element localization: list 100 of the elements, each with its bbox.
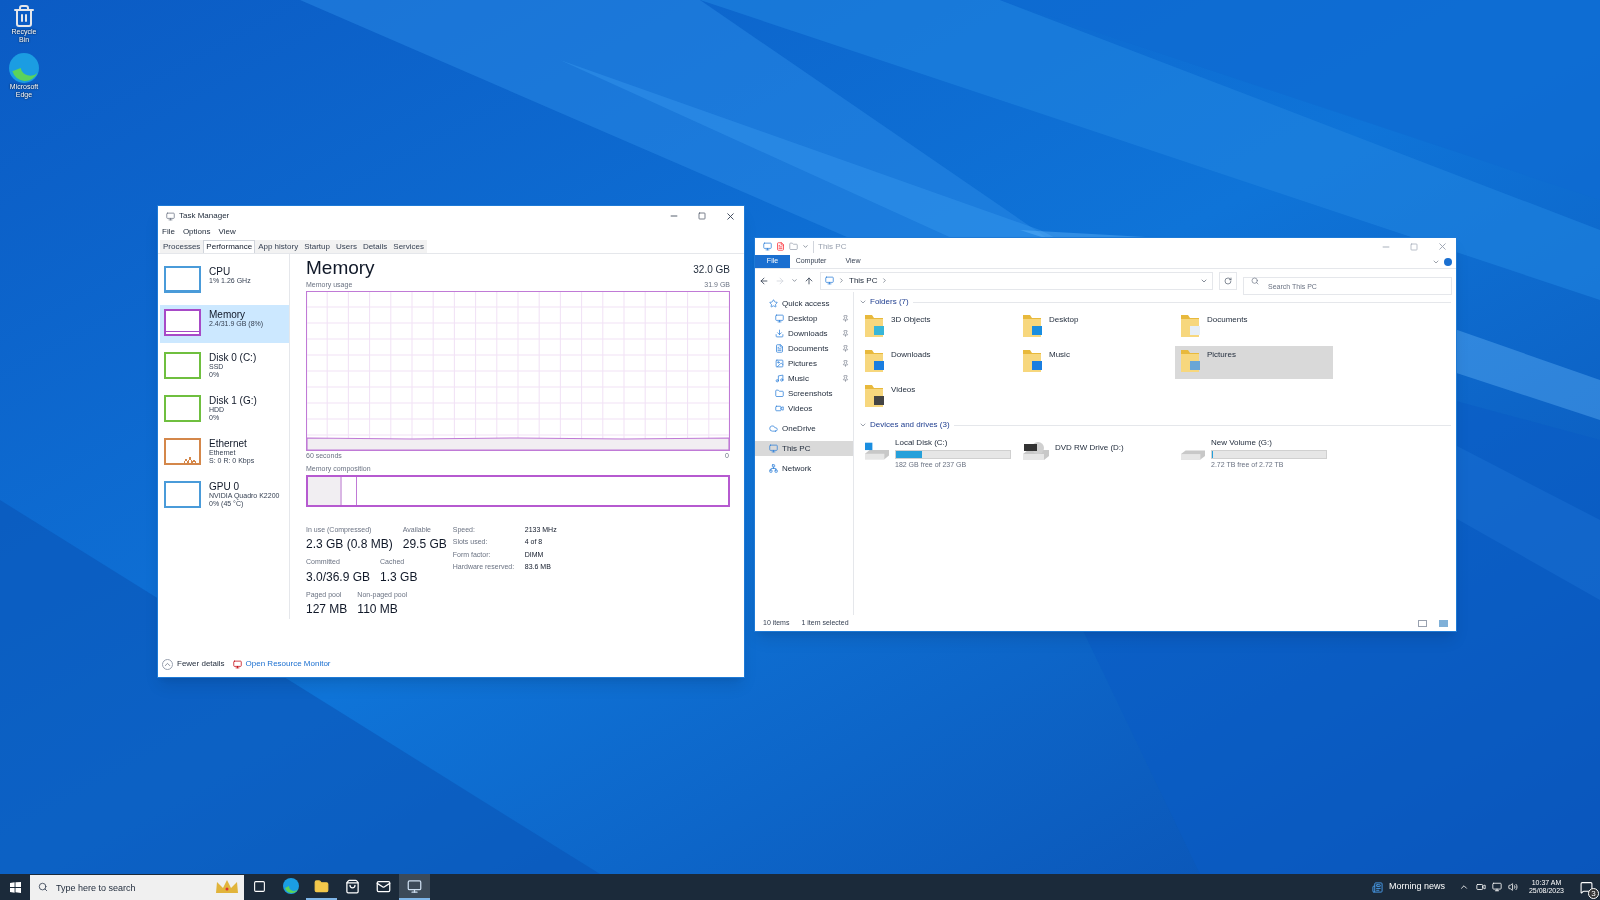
taskbar-app-button[interactable] [399,874,430,900]
folder-icon [1181,349,1201,373]
group-header[interactable]: Devices and drives (3) [859,419,950,431]
tab[interactable]: Performance [203,240,256,253]
group-header[interactable]: Folders (7) [859,296,909,308]
refresh-button[interactable] [1219,271,1237,290]
close-icon [1436,241,1448,252]
folder-item[interactable]: Music [1017,346,1175,379]
document-icon [775,344,784,353]
folder-item[interactable]: Videos [859,381,1017,414]
help-icon[interactable] [1444,257,1452,266]
stat-value: 3.0/36.9 GB [306,568,371,586]
nav-item[interactable]: This PC [755,441,853,456]
total-memory: 32.0 GB [693,263,730,277]
browser-icon [282,878,299,894]
breadcrumb[interactable]: This PC [849,274,878,287]
menu-item[interactable]: View [218,226,236,238]
resource-name: Disk 1 (G:) [209,395,257,406]
window-title: This PC [813,240,847,253]
notification-badge: 3 [1588,888,1599,899]
nav-item[interactable]: Screenshots [755,386,853,401]
volume-icon[interactable] [1507,882,1518,892]
shopping-bag-icon [345,878,360,894]
details-view-button[interactable] [1418,619,1427,627]
chevron-icon [859,298,867,306]
menu-item[interactable]: Options [182,226,211,238]
resource-name: Disk 0 (C:) [209,352,257,363]
resource-name: GPU 0 [209,481,240,492]
computer-icon [825,276,834,285]
notifications-icon[interactable] [1579,880,1593,894]
resource-monitor-link[interactable]: Open Resource Monitor [232,658,331,670]
crown-icon [216,880,238,894]
monitor-icon [775,314,784,323]
monitor-icon [769,444,778,453]
window-title: Task Manager [179,210,230,222]
windows-logo-icon [9,881,21,893]
drive-icon [1181,450,1205,460]
resource-name: Memory [209,309,247,320]
resource-name: Ethernet [209,438,248,449]
tab[interactable]: Processes [160,240,204,253]
camera-icon[interactable] [1475,882,1486,892]
stat-value: 110 MB [357,601,399,618]
taskbar-search-field[interactable]: Type here to search [30,875,244,900]
address-bar[interactable]: This PC [820,271,1213,290]
close-icon [724,210,736,222]
nav-item[interactable]: Network [755,461,853,476]
news-icon [1371,881,1383,893]
tab[interactable]: App history [255,240,302,253]
resource-name: CPU [209,266,232,277]
nav-item[interactable]: Documents [755,341,853,356]
folder-item[interactable]: Documents [1175,311,1333,344]
nav-item[interactable]: Quick access [755,296,853,311]
tab[interactable]: Startup [301,240,333,253]
chevron-icon [859,421,867,429]
folder-item[interactable]: 3D Objects [859,311,1017,344]
drive-icon [865,442,889,460]
nav-item[interactable]: Pictures [755,356,853,371]
chevron-icon [838,277,845,284]
nav-item[interactable]: Videos [755,401,853,416]
up-button[interactable] [804,275,814,286]
recycle-bin-icon[interactable] [12,4,36,28]
folder-icon [865,384,885,408]
drive-item[interactable]: DVD RW Drive (D:) [1017,436,1175,470]
nav-item[interactable]: Downloads [755,326,853,341]
news-widget[interactable]: Morning news [1371,880,1445,894]
folder-item[interactable]: Desktop [1017,311,1175,344]
computer-icon [763,242,772,251]
fewer-details-button[interactable]: Fewer details [162,658,225,670]
nav-item[interactable]: Music [755,371,853,386]
image-icon [775,359,784,368]
folder-icon [314,878,329,894]
stat-value: 127 MB [306,601,348,618]
monitor-icon [407,878,422,894]
folder-item[interactable]: Pictures [1175,346,1333,379]
maximize-icon [698,212,706,220]
monitor-icon [232,659,242,669]
menu-item[interactable]: File [162,226,175,238]
tab[interactable]: Users [333,240,360,253]
search-icon [38,882,48,892]
nav-item[interactable]: OneDrive [755,421,853,436]
nav-item[interactable]: Desktop [755,311,853,326]
folder-icon [865,349,885,373]
browser-icon[interactable] [9,53,39,84]
stat-value: 2.3 GB (0.8 MB) [306,536,393,553]
stat-value: 29.5 GB [402,536,447,553]
folder-icon [1023,349,1043,373]
tab[interactable]: Details [359,240,391,253]
stat-value: 1.3 GB [380,568,418,586]
refresh-icon [1224,276,1232,285]
search-icon [1251,276,1259,285]
music-note-icon [775,374,784,383]
folder-icon [1023,314,1043,338]
tab[interactable]: Services [390,240,427,253]
folder-icon [1181,314,1201,338]
back-button[interactable] [759,275,769,286]
maximize-icon [1410,242,1418,251]
download-icon [775,329,784,338]
folder-icon [865,314,885,338]
tray-chevron-icon[interactable] [1458,882,1469,892]
folder-item[interactable]: Downloads [859,346,1017,379]
